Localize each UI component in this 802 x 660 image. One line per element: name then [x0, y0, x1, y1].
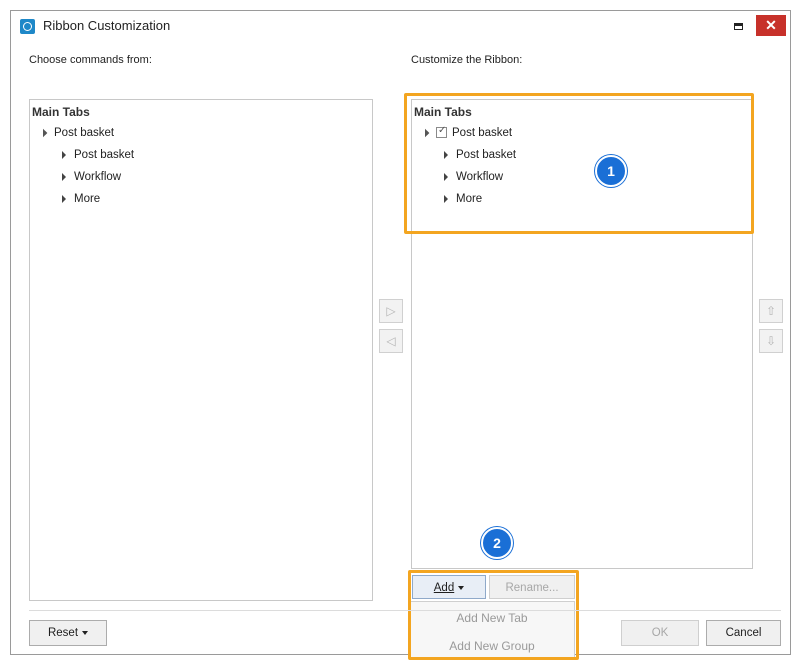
- chevron-down-icon: [82, 630, 89, 635]
- tree-item-more[interactable]: More: [62, 193, 100, 205]
- footer-divider: [29, 610, 781, 611]
- commands-tree-header: Main Tabs: [32, 105, 90, 119]
- commands-tree[interactable]: Main Tabs Post basket Post basket Workfl…: [29, 99, 373, 601]
- maximize-icon[interactable]: [726, 17, 752, 37]
- close-icon[interactable]: ✕: [756, 15, 786, 36]
- callout-highlight-tree: [404, 93, 754, 234]
- expand-icon[interactable]: [38, 128, 48, 138]
- tree-item-post-basket[interactable]: Post basket: [38, 127, 114, 139]
- collapsed-icon[interactable]: [62, 172, 66, 181]
- arrow-left-icon[interactable]: ◁: [379, 329, 403, 353]
- ribbon-app-icon: [20, 19, 35, 34]
- arrow-down-icon[interactable]: ⇩: [759, 329, 783, 353]
- cancel-button[interactable]: Cancel: [706, 620, 781, 646]
- callout-highlight-add-menu: [408, 570, 579, 660]
- ribbon-customization-dialog: Ribbon Customization ✕ Choose commands f…: [10, 10, 791, 660]
- title-bar: Ribbon Customization ✕: [11, 11, 790, 42]
- arrow-up-icon[interactable]: ⇧: [759, 299, 783, 323]
- collapsed-icon[interactable]: [62, 194, 66, 203]
- tree-item-post-basket-group[interactable]: Post basket: [62, 149, 134, 161]
- arrow-right-icon[interactable]: ▷: [379, 299, 403, 323]
- choose-commands-label: Choose commands from:: [29, 54, 152, 66]
- dialog-title: Ribbon Customization: [43, 18, 171, 33]
- ok-button[interactable]: OK: [621, 620, 699, 646]
- collapsed-icon[interactable]: [62, 150, 66, 159]
- tree-item-workflow[interactable]: Workflow: [62, 171, 121, 183]
- customize-ribbon-label: Customize the Ribbon:: [411, 54, 523, 66]
- reset-button[interactable]: Reset: [29, 620, 107, 646]
- callout-badge-1: 1: [595, 155, 627, 187]
- callout-badge-2: 2: [481, 527, 513, 559]
